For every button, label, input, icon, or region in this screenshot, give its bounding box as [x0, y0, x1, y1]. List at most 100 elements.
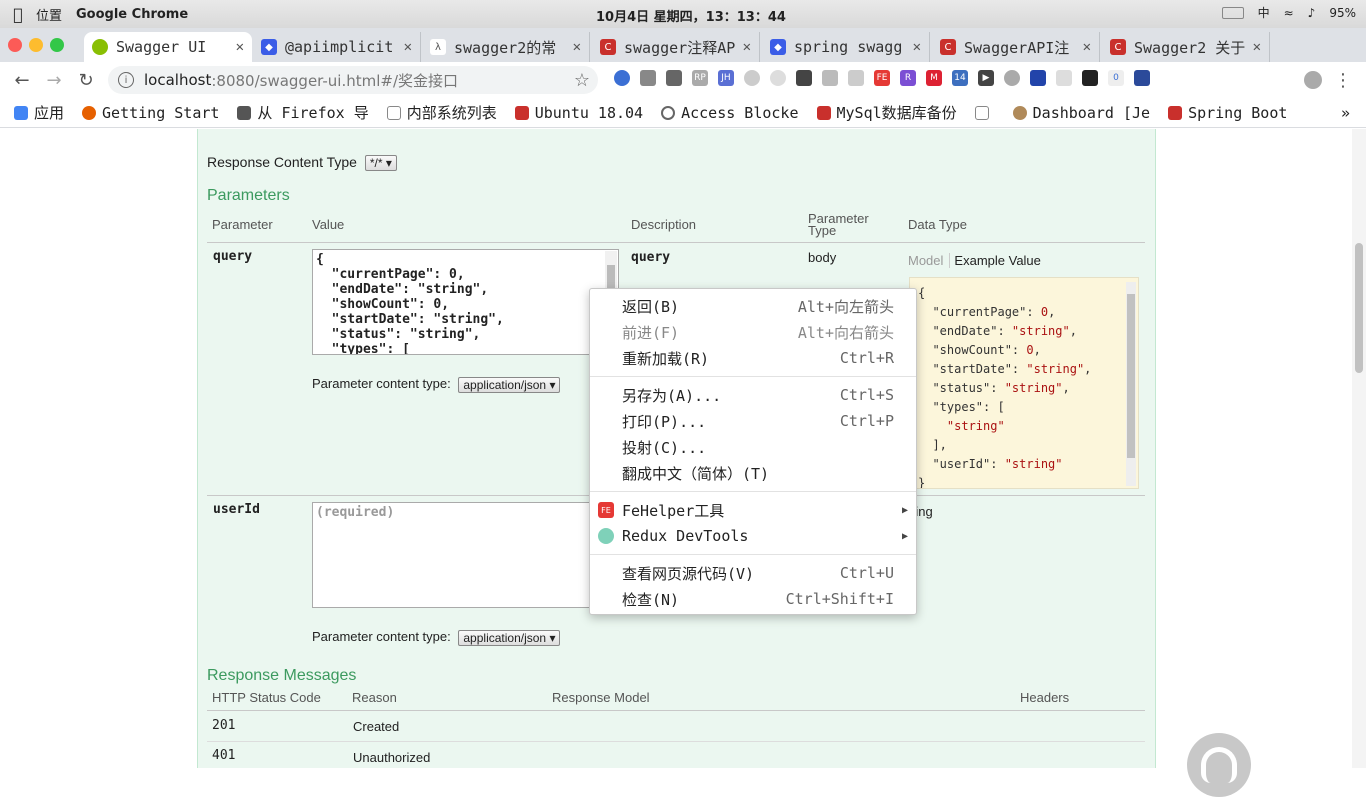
- weather-icon[interactable]: 14: [952, 70, 968, 86]
- example-value-box[interactable]: { "currentPage": 0, "endDate": "string",…: [909, 277, 1139, 489]
- wifi-icon[interactable]: ≈: [1284, 6, 1294, 20]
- menu-item-cast[interactable]: 投射(C)...: [590, 434, 916, 460]
- close-icon[interactable]: ✕: [236, 39, 244, 55]
- tab-apiimplicit[interactable]: ◆ @apiimplicit ✕: [253, 32, 421, 62]
- menu-item-view-source[interactable]: 查看网页源代码(V) Ctrl+U: [590, 560, 916, 586]
- menu-item-print[interactable]: 打印(P)... Ctrl+P: [590, 408, 916, 434]
- keyboard-icon[interactable]: [1221, 6, 1244, 19]
- floating-headset-button[interactable]: [1187, 733, 1251, 797]
- close-window-button[interactable]: [8, 38, 22, 52]
- extension-icon[interactable]: [744, 70, 760, 86]
- forward-arrow-icon[interactable]: →: [38, 70, 70, 91]
- scroll-thumb[interactable]: [1127, 294, 1135, 458]
- back-arrow-icon[interactable]: ←: [6, 70, 38, 91]
- extension-icon[interactable]: [1030, 70, 1046, 86]
- bookmark-spring-boot[interactable]: Spring Boot: [1168, 104, 1287, 122]
- bookmark-label: 应用: [34, 104, 65, 122]
- extension-icon[interactable]: [848, 70, 864, 86]
- example-value-tab[interactable]: Example Value: [950, 253, 1040, 268]
- menu-item-reload[interactable]: 重新加载(R) Ctrl+R: [590, 345, 916, 371]
- select-value: application/json: [463, 630, 547, 645]
- bookmark-from-firefox[interactable]: 从 Firefox 导: [237, 102, 369, 123]
- tab-swagger-ui[interactable]: Swagger UI ✕: [84, 32, 252, 62]
- bookmark-page[interactable]: [974, 105, 995, 120]
- submenu-arrow-icon: ▶: [901, 504, 908, 516]
- response-content-type-select[interactable]: */* ▾: [364, 155, 397, 172]
- minimize-window-button[interactable]: [29, 38, 43, 52]
- close-icon[interactable]: ✕: [743, 39, 751, 55]
- extension-icon[interactable]: 0: [1108, 70, 1124, 86]
- app-name-menu[interactable]: Google Chrome: [76, 7, 188, 22]
- bookmark-star-icon[interactable]: ☆: [574, 70, 590, 91]
- col-value: Value: [312, 217, 345, 232]
- camera-icon[interactable]: [640, 70, 656, 86]
- profile-avatar[interactable]: [1304, 71, 1322, 89]
- close-icon[interactable]: ✕: [913, 39, 921, 55]
- jenkins-icon: [1012, 105, 1027, 120]
- extension-icon[interactable]: [822, 70, 838, 86]
- bookmark-apps[interactable]: 应用: [14, 102, 64, 123]
- menu-shortcut: Ctrl+S: [839, 386, 894, 404]
- query-value-textarea[interactable]: { "currentPage": 0, "endDate": "string",…: [312, 249, 619, 355]
- maximize-window-button[interactable]: [50, 38, 64, 52]
- tab-swagger2-common[interactable]: λ swagger2的常 ✕: [422, 32, 590, 62]
- jh-extension-icon[interactable]: JH: [718, 70, 734, 86]
- extension-icon[interactable]: [770, 70, 786, 86]
- page-scroll-thumb[interactable]: [1355, 243, 1363, 373]
- eyedropper-icon[interactable]: [666, 70, 682, 86]
- extension-icon[interactable]: [1056, 70, 1072, 86]
- example-scrollbar[interactable]: [1126, 282, 1136, 486]
- r-extension-icon[interactable]: R: [900, 70, 916, 86]
- extension-icon[interactable]: [614, 70, 630, 86]
- tab-swagger2-about[interactable]: C Swagger2 关于 ✕: [1102, 32, 1270, 62]
- menu-shortcut: Ctrl+Shift+I: [785, 590, 894, 608]
- close-icon[interactable]: ✕: [1083, 39, 1091, 55]
- bookmark-dashboard-jenkins[interactable]: Dashboard [Je: [1012, 104, 1150, 122]
- menu-item-forward[interactable]: 前进(F) Alt+向右箭头: [590, 319, 916, 345]
- bookmark-internal-systems[interactable]: 内部系统列表: [386, 102, 497, 123]
- bookmark-mysql-backup[interactable]: MySql数据库备份: [816, 102, 957, 123]
- calendar-icon[interactable]: [1134, 70, 1150, 86]
- ime-indicator[interactable]: 中: [1258, 4, 1270, 21]
- menu-item-redux-devtools[interactable]: Redux DevTools ▶: [590, 523, 916, 549]
- location-menu[interactable]: 位置: [36, 5, 62, 24]
- menu-item-translate[interactable]: 翻成中文（简体）(T): [590, 460, 916, 486]
- more-options-icon[interactable]: ⋮: [1334, 70, 1352, 91]
- menu-item-save-as[interactable]: 另存为(A)... Ctrl+S: [590, 382, 916, 408]
- bookmark-ubuntu[interactable]: Ubuntu 18.04: [514, 104, 643, 122]
- tab-swaggerapi[interactable]: C SwaggerAPI注 ✕: [932, 32, 1100, 62]
- close-icon[interactable]: ✕: [573, 39, 581, 55]
- close-icon[interactable]: ✕: [404, 39, 412, 55]
- userid-value-textarea[interactable]: (required): [312, 502, 619, 608]
- tab-swagger-annotations[interactable]: C swagger注释AP ✕: [592, 32, 760, 62]
- page-scrollbar[interactable]: [1352, 129, 1366, 768]
- extension-icon[interactable]: [1004, 70, 1020, 86]
- menu-item-back[interactable]: 返回(B) Alt+向左箭头: [590, 293, 916, 319]
- fehelper-icon[interactable]: FE: [874, 70, 890, 86]
- tab-spring-swagger[interactable]: ◆ spring swagg ✕: [762, 32, 930, 62]
- col-headers: Headers: [1020, 690, 1070, 705]
- menu-item-inspect[interactable]: 检查(N) Ctrl+Shift+I: [590, 586, 916, 612]
- volume-icon[interactable]: ♪: [1308, 6, 1316, 20]
- bookmark-getting-started[interactable]: Getting Start: [82, 104, 219, 122]
- bookmark-access-blocked[interactable]: Access Blocke: [661, 104, 799, 122]
- menu-item-fehelper[interactable]: FE FeHelper工具 ▶: [590, 497, 916, 523]
- close-icon[interactable]: ✕: [1253, 39, 1261, 55]
- model-tab[interactable]: Model: [908, 253, 951, 268]
- system-top-bar:  位置 Google Chrome 10月4日 星期四，13：13：44 中 …: [0, 0, 1366, 28]
- info-icon[interactable]: i: [118, 72, 134, 88]
- bookmark-label: MySql数据库备份: [836, 104, 957, 122]
- apple-icon[interactable]: : [0, 5, 36, 24]
- more-bookmarks-icon[interactable]: »: [1341, 104, 1350, 122]
- reload-icon[interactable]: ↻: [70, 70, 102, 91]
- rp-extension-icon[interactable]: RP: [692, 70, 708, 86]
- userid-content-type-select[interactable]: application/json ▾: [458, 629, 561, 646]
- youtube-icon[interactable]: ▶: [978, 70, 994, 86]
- system-clock[interactable]: 10月4日 星期四，13：13：44: [596, 6, 786, 25]
- gmail-icon[interactable]: M: [926, 70, 942, 86]
- address-bar[interactable]: i localhost:8080/swagger-ui.html#/奖金接口 ☆: [108, 66, 598, 94]
- extension-icon[interactable]: [1082, 70, 1098, 86]
- battery-indicator[interactable]: 95%: [1329, 6, 1356, 20]
- extension-icon[interactable]: [796, 70, 812, 86]
- query-content-type-select[interactable]: application/json ▾: [458, 376, 561, 393]
